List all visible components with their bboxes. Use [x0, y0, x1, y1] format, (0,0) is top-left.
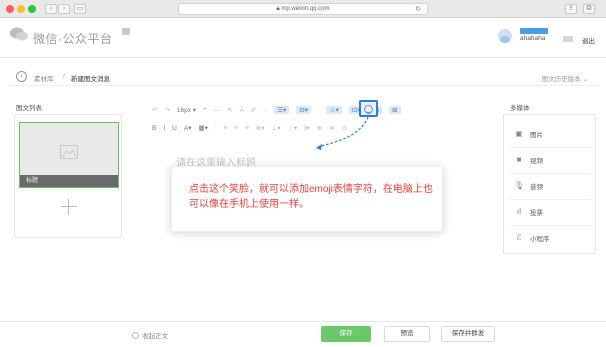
back-circle-icon[interactable]: ‹	[16, 71, 27, 82]
url-text: mp.weixin.qq.com	[281, 6, 330, 12]
back-button[interactable]: ‹	[45, 4, 57, 14]
collapse-body-label: 收起正文	[142, 333, 168, 340]
divider	[510, 199, 590, 200]
undo-icon[interactable]: ↶	[152, 106, 157, 114]
share-icon[interactable]: ⇪	[565, 4, 577, 14]
cover-caption: 标题	[20, 175, 118, 187]
app-header: 微信·公众平台 ahahaha 退出	[0, 18, 606, 58]
divider-icon[interactable]: —	[214, 107, 221, 114]
bar-chart-icon: ıl	[517, 207, 521, 216]
pointer-arrow	[316, 117, 369, 150]
align-select[interactable]: ☰▾	[274, 106, 290, 114]
maximize-window-button[interactable]	[28, 5, 36, 13]
article-list: 标题	[14, 114, 122, 238]
emoji-tip-popover: 点击这个笑脸，就可以添加emoji表情字符，在电脑上也可以像在手机上使用一样。	[171, 166, 443, 232]
microphone-icon: 🎙︎	[514, 181, 525, 190]
spacing-select[interactable]: ⋮▾	[288, 124, 298, 132]
media-item-label: 小程序	[530, 236, 550, 243]
add-article-icon[interactable]	[61, 199, 77, 215]
breadcrumb-separator: /	[63, 73, 65, 80]
divider	[510, 147, 590, 148]
font-size-select[interactable]: 16px ▾	[177, 106, 196, 114]
template-icon[interactable]: ⊠	[389, 106, 401, 114]
article-cover-card[interactable]: 标题	[19, 122, 119, 188]
clear-format-icon[interactable]: ◌	[263, 107, 267, 114]
forward-button[interactable]: ›	[58, 4, 70, 14]
save-and-publish-button[interactable]: 保存并群发	[441, 326, 495, 342]
media-item-video[interactable]: ■ 视频	[514, 153, 543, 167]
preview-button[interactable]: 预览	[384, 326, 430, 342]
beta-badge	[122, 28, 131, 35]
align-left-icon[interactable]: ⫶	[215, 124, 217, 132]
media-item-image[interactable]: ▣ 图片	[514, 127, 543, 141]
breadcrumb: ‹ 素材库 / 新建图文消息 图文历史版本 ⌄	[8, 68, 598, 86]
background-color-select[interactable]: ▦▾	[198, 124, 207, 132]
video-icon: ■	[516, 155, 522, 164]
collapse-body-toggle[interactable]: 收起正文	[132, 330, 168, 340]
text-color-select[interactable]: A▾	[184, 124, 192, 132]
align-center-icon[interactable]: ≡	[224, 125, 228, 132]
minimize-window-button[interactable]	[17, 5, 25, 13]
media-item-label: 投票	[530, 210, 543, 217]
sidebar-toggle-icon[interactable]: ▭	[74, 4, 86, 14]
align-right-icon[interactable]: ≡	[234, 125, 238, 132]
highlight-icon[interactable]: ✐	[251, 106, 256, 114]
save-button[interactable]: 保存	[321, 326, 371, 342]
logout-link[interactable]: 退出	[582, 35, 595, 45]
message-icon[interactable]	[563, 36, 573, 42]
breadcrumb-parent[interactable]: 素材库	[34, 73, 54, 83]
address-bar[interactable]: 🔒︎ mp.weixin.qq.com ↻	[178, 3, 428, 15]
font-color-icon[interactable]: A	[240, 107, 244, 114]
radio-icon	[132, 331, 139, 339]
history-versions-link[interactable]: 图文历史版本 ⌄	[542, 73, 588, 83]
underline-icon[interactable]: U	[172, 125, 177, 132]
lock-icon: 🔒︎	[276, 6, 280, 12]
media-item-audio[interactable]: 🎙︎ 音频	[514, 179, 543, 193]
format-brush-icon[interactable]: ✎	[227, 106, 232, 114]
smiley-icon	[364, 105, 373, 114]
list-select[interactable]: ≣▾	[256, 124, 265, 132]
article-list-title: 图文列表	[16, 105, 42, 112]
line-height-select[interactable]: ⊥▾	[272, 124, 281, 132]
emoji-button[interactable]	[359, 100, 378, 117]
media-panel-title: 多媒体	[510, 105, 530, 112]
close-window-button[interactable]	[6, 5, 14, 13]
justify-icon[interactable]: ≡	[245, 125, 249, 132]
chevron-down-icon: ⌄	[582, 76, 588, 83]
media-item-mini-program[interactable]: ℰ 小程序	[514, 231, 550, 245]
divider	[510, 173, 590, 174]
image-placeholder-icon	[60, 145, 78, 159]
quote-icon[interactable]: ❝	[203, 106, 207, 114]
image-icon: ▣	[515, 129, 523, 138]
avatar[interactable]	[498, 29, 512, 43]
divider	[510, 225, 590, 226]
app-name: 微信·公众平台	[33, 32, 113, 46]
media-panel: ▣ 图片 ■ 视频 🎙︎ 音频 ıl 投票 ℰ 小程序	[503, 114, 596, 254]
breadcrumb-current: 新建图文消息	[71, 76, 110, 83]
wechat-logo-icon	[10, 27, 28, 41]
italic-icon[interactable]: I	[163, 125, 165, 132]
indent-select[interactable]: ⊟▾	[296, 106, 312, 114]
letter-spacing-select[interactable]: ⫾▾	[304, 124, 309, 133]
account-badge	[520, 28, 548, 34]
mini-program-icon: ℰ	[516, 233, 522, 242]
emoji-select[interactable]: ☺▾	[326, 106, 342, 114]
tabs-icon[interactable]: ⧉	[583, 4, 595, 14]
bold-icon[interactable]: B	[152, 125, 156, 132]
emoji-tip-text: 点击这个笑脸，就可以添加emoji表情字符，在电脑上也可以像在手机上使用一样。	[189, 184, 433, 210]
redo-icon[interactable]: ↷	[164, 106, 169, 114]
media-item-label: 视频	[530, 158, 543, 165]
media-item-vote[interactable]: ıl 投票	[514, 205, 543, 219]
footer-bar: 收起正文 保存 预览 保存并群发	[0, 321, 606, 347]
username[interactable]: ahahaha	[520, 35, 545, 42]
media-item-label: 图片	[530, 132, 543, 139]
media-item-label: 音频	[530, 184, 543, 191]
browser-chrome: ‹ › ▭ 🔒︎ mp.weixin.qq.com ↻ ⇪ ⧉	[0, 0, 606, 18]
reload-icon[interactable]: ↻	[415, 4, 421, 15]
